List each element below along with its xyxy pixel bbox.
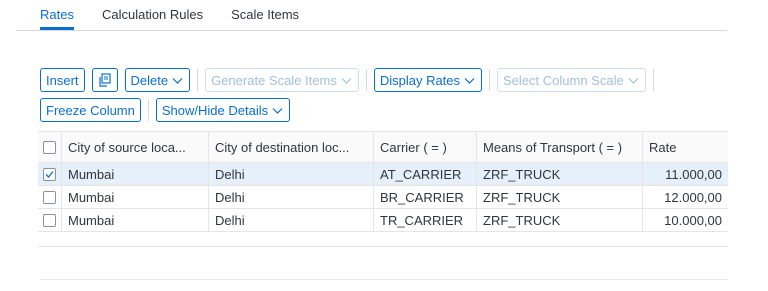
chevron-down-icon — [627, 74, 640, 87]
column-header-source-city[interactable]: City of source loca... — [62, 132, 209, 162]
section-divider — [40, 279, 728, 280]
row-checkbox[interactable] — [43, 167, 56, 181]
toolbar-separator — [197, 69, 199, 91]
cell-rate: 12.000,00 — [664, 189, 722, 205]
tab-rates[interactable]: Rates — [40, 0, 74, 30]
rates-table: City of source loca... City of destinati… — [38, 131, 728, 247]
cell-source-city: Mumbai — [62, 186, 209, 208]
delete-button[interactable]: Delete — [124, 68, 191, 92]
generate-scale-items-button[interactable]: Generate Scale Items — [205, 68, 359, 92]
select-column-scale-label: Select Column Scale — [503, 72, 624, 88]
freeze-column-button[interactable]: Freeze Column — [40, 98, 141, 122]
cell-rate: 10.000,00 — [664, 212, 722, 228]
cell-destination-city: Delhi — [209, 209, 374, 231]
cell-means-of-transport: ZRF_TRUCK — [477, 186, 643, 208]
generate-scale-items-label: Generate Scale Items — [211, 72, 337, 88]
column-header-carrier[interactable]: Carrier ( = ) — [374, 132, 477, 162]
cell-means-of-transport: ZRF_TRUCK — [477, 163, 643, 185]
row-checkbox[interactable] — [43, 213, 56, 227]
cell-destination-city: Delhi — [209, 186, 374, 208]
select-all-checkbox[interactable] — [43, 140, 56, 154]
table-row[interactable]: Mumbai Delhi AT_CARRIER ZRF_TRUCK 11.000… — [38, 163, 728, 186]
tab-scale-items[interactable]: Scale Items — [231, 0, 299, 30]
chevron-down-icon — [171, 74, 184, 87]
chevron-down-icon — [463, 74, 476, 87]
chevron-down-icon — [340, 74, 353, 87]
table-footer-space — [38, 232, 728, 247]
insert-button[interactable]: Insert — [40, 68, 85, 92]
column-header-means-of-transport[interactable]: Means of Transport ( = ) — [477, 132, 643, 162]
copy-icon — [98, 73, 112, 87]
table-toolbar: Insert Delete Generate Scale Items Displ… — [40, 68, 661, 92]
toolbar-separator — [147, 99, 149, 121]
delete-label: Delete — [130, 72, 169, 88]
table-toolbar-row-2: Freeze Column Show/Hide Details — [40, 98, 297, 122]
tab-divider — [16, 30, 727, 31]
select-all-cell — [38, 132, 62, 162]
column-header-rate[interactable]: Rate — [643, 132, 728, 162]
cell-source-city: Mumbai — [62, 209, 209, 231]
table-row[interactable]: Mumbai Delhi BR_CARRIER ZRF_TRUCK 12.000… — [38, 186, 728, 209]
select-column-scale-button[interactable]: Select Column Scale — [497, 68, 646, 92]
row-select-cell — [38, 209, 62, 231]
row-checkbox[interactable] — [43, 190, 56, 204]
cell-source-city: Mumbai — [62, 163, 209, 185]
cell-destination-city: Delhi — [209, 163, 374, 185]
toolbar-separator — [652, 69, 654, 91]
cell-carrier: BR_CARRIER — [374, 186, 477, 208]
row-select-cell — [38, 163, 62, 185]
tab-bar: Rates Calculation Rules Scale Items — [40, 0, 327, 30]
display-rates-label: Display Rates — [379, 72, 461, 88]
chevron-down-icon — [271, 104, 284, 117]
column-header-destination-city[interactable]: City of destination loc... — [209, 132, 374, 162]
toolbar-separator — [365, 69, 367, 91]
show-hide-details-label: Show/Hide Details — [161, 102, 269, 118]
copy-button[interactable] — [91, 68, 118, 92]
insert-label: Insert — [46, 72, 79, 88]
cell-rate: 11.000,00 — [665, 166, 722, 182]
cell-carrier: TR_CARRIER — [374, 209, 477, 231]
display-rates-button[interactable]: Display Rates — [373, 68, 483, 92]
tab-calculation-rules[interactable]: Calculation Rules — [102, 0, 203, 30]
show-hide-details-button[interactable]: Show/Hide Details — [155, 98, 291, 122]
table-row[interactable]: Mumbai Delhi TR_CARRIER ZRF_TRUCK 10.000… — [38, 209, 728, 232]
row-select-cell — [38, 186, 62, 208]
table-header-row: City of source loca... City of destinati… — [38, 132, 728, 163]
cell-means-of-transport: ZRF_TRUCK — [477, 209, 643, 231]
freeze-column-label: Freeze Column — [46, 102, 135, 118]
cell-carrier: AT_CARRIER — [374, 163, 477, 185]
toolbar-separator — [489, 69, 491, 91]
